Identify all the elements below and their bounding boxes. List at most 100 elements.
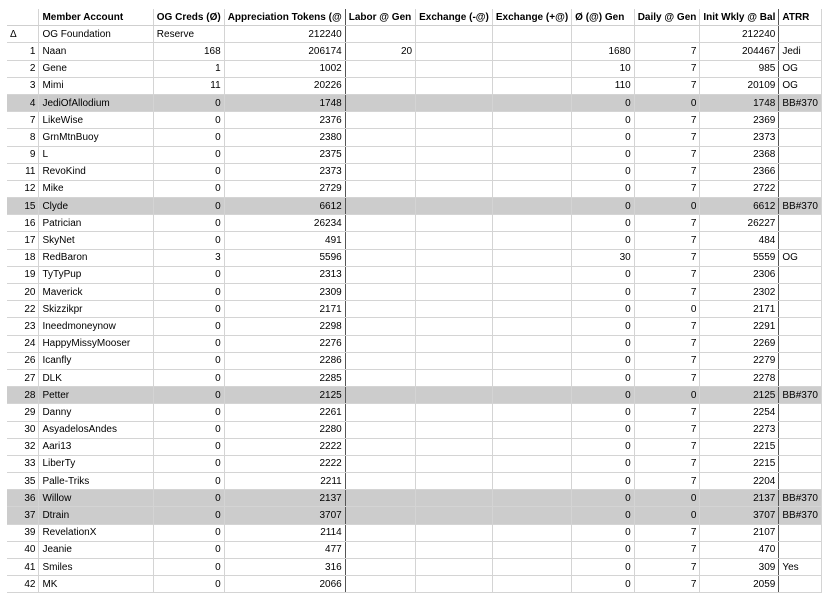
member-account-cell[interactable]: HappyMissyMooser (38, 335, 154, 353)
atrr-cell[interactable] (778, 163, 822, 181)
labor-gen-cell[interactable] (345, 111, 417, 130)
labor-gen-cell[interactable] (345, 231, 417, 250)
appreciation-tokens-cell[interactable]: 2373 (224, 163, 346, 181)
labor-gen-cell[interactable] (345, 60, 417, 78)
exchange-neg-cell[interactable] (415, 163, 493, 181)
exchange-neg-cell[interactable] (415, 214, 493, 233)
og-creds-cell[interactable]: Reserve (153, 25, 225, 44)
atrr-cell[interactable] (778, 369, 822, 388)
row-index-cell[interactable]: 35 (7, 472, 40, 491)
row-index-cell[interactable]: 24 (7, 335, 40, 353)
og-gen-cell[interactable]: 0 (571, 111, 635, 130)
init-weekly-balance-cell[interactable]: 2278 (699, 369, 780, 388)
row-index-cell[interactable]: 33 (7, 455, 40, 474)
exchange-neg-cell[interactable] (415, 128, 493, 147)
appreciation-tokens-cell[interactable]: 2276 (224, 335, 346, 353)
atrr-cell[interactable] (778, 403, 822, 422)
row-index-cell[interactable]: 27 (7, 369, 40, 388)
og-gen-cell[interactable]: 0 (571, 506, 635, 525)
appreciation-tokens-cell[interactable]: 2313 (224, 266, 346, 285)
exchange-neg-cell[interactable] (415, 506, 493, 525)
exchange-neg-cell[interactable] (415, 25, 493, 44)
atrr-cell[interactable]: BB#370 (778, 386, 822, 405)
og-gen-cell[interactable]: 0 (571, 146, 635, 164)
init-weekly-balance-cell[interactable]: 2137 (699, 489, 780, 508)
daily-gen-cell[interactable]: 7 (634, 317, 701, 336)
appreciation-tokens-cell[interactable]: 491 (224, 231, 346, 250)
init-weekly-balance-cell[interactable]: 2291 (699, 317, 780, 336)
member-account-cell[interactable]: Naan (38, 42, 154, 61)
atrr-cell[interactable] (778, 25, 822, 44)
exchange-pos-cell[interactable] (492, 111, 573, 130)
init-weekly-balance-cell[interactable]: 2171 (699, 300, 780, 319)
labor-gen-cell[interactable] (345, 438, 417, 456)
daily-gen-cell[interactable]: 7 (634, 266, 701, 285)
og-gen-cell[interactable]: 0 (571, 541, 635, 560)
og-creds-cell[interactable]: 0 (153, 455, 225, 474)
atrr-cell[interactable] (778, 455, 822, 474)
exchange-neg-cell[interactable] (415, 335, 493, 353)
atrr-cell[interactable] (778, 472, 822, 491)
row-index-cell[interactable]: 19 (7, 266, 40, 285)
og-creds-cell[interactable]: 0 (153, 403, 225, 422)
appreciation-tokens-cell[interactable]: 1002 (224, 60, 346, 78)
og-creds-cell[interactable]: 0 (153, 283, 225, 302)
atrr-cell[interactable] (778, 317, 822, 336)
labor-gen-cell[interactable] (345, 180, 417, 199)
exchange-pos-cell[interactable] (492, 317, 573, 336)
labor-gen-cell[interactable] (345, 524, 417, 542)
exchange-neg-cell[interactable] (415, 300, 493, 319)
member-account-cell[interactable]: Aari13 (38, 438, 154, 456)
og-creds-cell[interactable]: 0 (153, 472, 225, 491)
atrr-cell[interactable]: BB#370 (778, 506, 822, 525)
row-index-cell[interactable]: 20 (7, 283, 40, 302)
daily-gen-cell[interactable]: 7 (634, 214, 701, 233)
member-account-cell[interactable]: Smiles (38, 558, 154, 577)
og-gen-cell[interactable]: 0 (571, 300, 635, 319)
appreciation-tokens-cell[interactable]: 5596 (224, 249, 346, 267)
row-index-cell[interactable]: 29 (7, 403, 40, 422)
member-account-cell[interactable]: TyTyPup (38, 266, 154, 285)
row-index-cell[interactable]: 12 (7, 180, 40, 199)
member-account-cell[interactable]: Icanfly (38, 352, 154, 370)
og-creds-cell[interactable]: 0 (153, 506, 225, 525)
appreciation-tokens-cell[interactable]: 2066 (224, 575, 346, 593)
labor-gen-cell[interactable] (345, 317, 417, 336)
exchange-neg-cell[interactable] (415, 352, 493, 370)
member-account-cell[interactable]: L (38, 146, 154, 164)
atrr-cell[interactable] (778, 438, 822, 456)
atrr-cell[interactable]: OG (778, 60, 822, 78)
exchange-pos-cell[interactable] (492, 266, 573, 285)
init-weekly-balance-cell[interactable]: 985 (699, 60, 780, 78)
appreciation-tokens-cell[interactable]: 2376 (224, 111, 346, 130)
member-account-cell[interactable]: Danny (38, 403, 154, 422)
init-weekly-balance-cell[interactable]: 484 (699, 231, 780, 250)
exchange-pos-cell[interactable] (492, 489, 573, 508)
exchange-neg-cell[interactable] (415, 42, 493, 61)
og-creds-cell[interactable]: 11 (153, 77, 225, 95)
init-weekly-balance-cell[interactable]: 2302 (699, 283, 780, 302)
init-weekly-balance-cell[interactable]: 2215 (699, 438, 780, 456)
row-index-cell[interactable]: 28 (7, 386, 40, 405)
og-creds-cell[interactable]: 0 (153, 352, 225, 370)
daily-gen-cell[interactable]: 7 (634, 335, 701, 353)
init-weekly-balance-cell[interactable]: 20109 (699, 77, 780, 95)
member-account-cell[interactable]: Jeanie (38, 541, 154, 560)
exchange-pos-cell[interactable] (492, 300, 573, 319)
atrr-cell[interactable] (778, 231, 822, 250)
exchange-pos-cell[interactable] (492, 77, 573, 95)
og-gen-cell[interactable]: 0 (571, 128, 635, 147)
og-creds-cell[interactable]: 3 (153, 249, 225, 267)
og-creds-cell[interactable]: 0 (153, 386, 225, 405)
row-index-cell[interactable]: 11 (7, 163, 40, 181)
exchange-neg-cell[interactable] (415, 575, 493, 593)
atrr-cell[interactable] (778, 266, 822, 285)
og-gen-cell[interactable]: 1680 (571, 42, 635, 61)
labor-gen-cell[interactable] (345, 249, 417, 267)
daily-gen-cell[interactable]: 0 (634, 489, 701, 508)
og-creds-cell[interactable]: 0 (153, 558, 225, 577)
member-account-cell[interactable]: RedBaron (38, 249, 154, 267)
atrr-cell[interactable] (778, 575, 822, 593)
row-index-cell[interactable]: 23 (7, 317, 40, 336)
appreciation-tokens-cell[interactable]: 316 (224, 558, 346, 577)
